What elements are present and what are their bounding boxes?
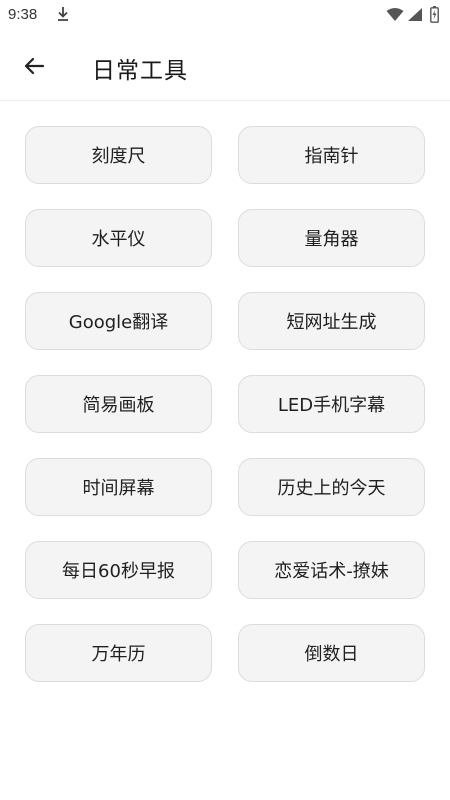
back-button[interactable]: [16, 50, 52, 86]
app-bar: 日常工具: [0, 30, 450, 101]
tool-led-subtitle-button[interactable]: LED手机字幕: [238, 375, 425, 433]
wifi-icon: [386, 7, 404, 26]
tool-daily-news-button[interactable]: 每日60秒早报: [25, 541, 212, 599]
battery-icon: [430, 6, 439, 27]
tool-short-url-button[interactable]: 短网址生成: [238, 292, 425, 350]
tool-protractor-button[interactable]: 量角器: [238, 209, 425, 267]
tool-level-button[interactable]: 水平仪: [25, 209, 212, 267]
tool-today-in-history-button[interactable]: 历史上的今天: [238, 458, 425, 516]
tool-google-translate-button[interactable]: Google翻译: [25, 292, 212, 350]
page-title: 日常工具: [92, 58, 188, 84]
tool-calendar-button[interactable]: 万年历: [25, 624, 212, 682]
tool-time-screen-button[interactable]: 时间屏幕: [25, 458, 212, 516]
tool-countdown-button[interactable]: 倒数日: [238, 624, 425, 682]
tool-love-talk-button[interactable]: 恋爱话术-撩妹: [238, 541, 425, 599]
status-bar: 9:38: [0, 0, 450, 30]
signal-icon: [407, 7, 423, 26]
tool-grid: 刻度尺 指南针 水平仪 量角器 Google翻译 短网址生成 简易画板 LED手…: [25, 126, 425, 682]
tool-compass-button[interactable]: 指南针: [238, 126, 425, 184]
tool-ruler-button[interactable]: 刻度尺: [25, 126, 212, 184]
status-time: 9:38: [8, 6, 38, 23]
tool-sketchpad-button[interactable]: 简易画板: [25, 375, 212, 433]
download-icon: [56, 6, 70, 26]
arrow-left-icon: [22, 54, 46, 82]
